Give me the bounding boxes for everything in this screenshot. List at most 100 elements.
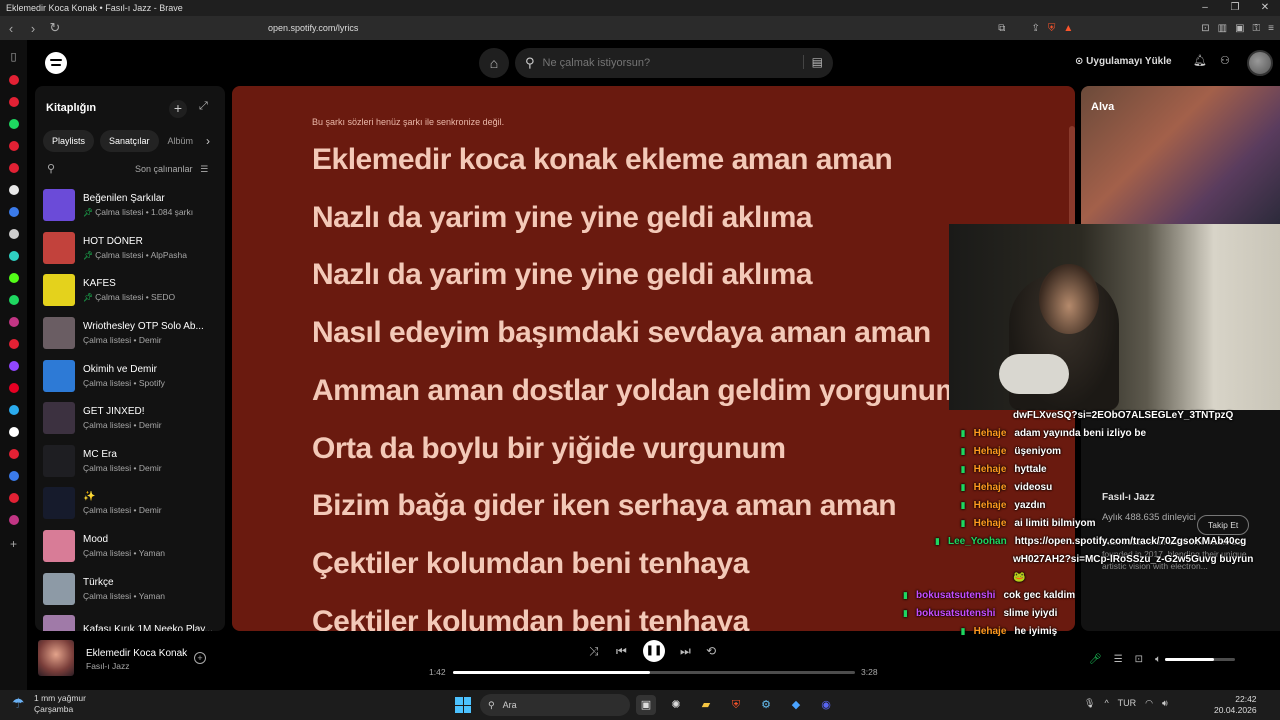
brave-rewards-icon[interactable]: ▲ [1063, 23, 1073, 34]
browse-icon[interactable]: ▤ [802, 55, 823, 69]
volume-icon[interactable]: 🔈︎ [1155, 654, 1161, 665]
library-item[interactable]: KAFES 📌︎ Çalma listesi • SEDO [43, 269, 223, 312]
app-icon[interactable] [8, 427, 19, 437]
chat-username[interactable]: Hehaje [974, 428, 1007, 439]
back-icon[interactable]: ‹ [0, 21, 22, 36]
youtube-icon[interactable] [8, 141, 19, 151]
sidebar-toggle-icon[interactable]: ▥ [1218, 23, 1227, 34]
add-to-library-icon[interactable]: + [194, 652, 206, 664]
next-icon[interactable]: ⏭︎ [680, 644, 691, 659]
discord-icon[interactable]: ◉ [816, 695, 836, 715]
chat-username[interactable]: Hehaje [974, 500, 1007, 511]
spotify-logo-icon[interactable] [45, 52, 67, 74]
now-playing-title[interactable]: Eklemedir Koca Konak [86, 648, 187, 659]
chat-username[interactable]: Hehaje [974, 518, 1007, 529]
language-indicator[interactable]: TUR [1118, 698, 1137, 709]
library-item[interactable]: GET JİNXED! Çalma listesi • Demir [43, 397, 223, 440]
forward-icon[interactable]: › [22, 21, 44, 36]
now-playing-artist[interactable]: Fasıl-ı Jazz [86, 661, 129, 671]
weather-widget[interactable]: 1 mm yağmur Çarşamba [34, 693, 86, 715]
start-button[interactable] [455, 697, 471, 713]
notifications-icon[interactable]: 🔔︎ [1193, 54, 1207, 67]
app-icon[interactable] [8, 207, 19, 217]
chips-next-icon[interactable]: › [199, 130, 217, 152]
chat-username[interactable]: bokusatsutenshi [916, 608, 995, 619]
minimize-icon[interactable]: – [1190, 0, 1220, 16]
twitch-icon[interactable] [8, 361, 19, 371]
chat-username[interactable]: bokusatsutenshi [916, 590, 995, 601]
extensions-icon[interactable]: ⊡ [1201, 23, 1209, 34]
chat-username[interactable]: Hehaje [974, 446, 1007, 457]
task-view-icon[interactable]: ▣ [636, 695, 656, 715]
friend-activity-icon[interactable]: ⚇ [1220, 54, 1230, 67]
repeat-icon[interactable]: ⟲ [706, 644, 716, 658]
kick-icon[interactable] [8, 273, 19, 283]
library-item[interactable]: ✨ Çalma listesi • Demir [43, 482, 223, 525]
url-field[interactable]: open.spotify.com/lyrics [246, 19, 986, 37]
chip-playlists[interactable]: Playlists [43, 130, 95, 152]
app-icon[interactable]: ◆ [786, 695, 806, 715]
install-app-button[interactable]: ⊙ Uygulamayı Yükle [1075, 56, 1172, 67]
chatgpt-icon[interactable]: ✺ [666, 695, 686, 715]
youtube-icon[interactable] [8, 75, 19, 85]
app-icon[interactable] [8, 515, 19, 525]
app-icon[interactable] [8, 471, 19, 481]
brave-shield-icon[interactable]: ⛨ [1048, 23, 1056, 34]
expand-library-icon[interactable]: ⤢ [199, 100, 208, 113]
progress-bar[interactable] [453, 671, 855, 674]
connect-device-icon[interactable]: ⊡ [1135, 654, 1143, 665]
shuffle-icon[interactable]: ⤨ [589, 644, 599, 659]
chip-artists[interactable]: Sanatçılar [100, 130, 159, 152]
youtube-icon[interactable] [8, 97, 19, 107]
previous-icon[interactable]: ⏮︎ [616, 644, 627, 659]
library-sort-button[interactable]: Son çalınanlar ☰ [135, 164, 208, 175]
app-icon[interactable] [8, 339, 19, 349]
user-avatar[interactable] [1247, 50, 1273, 76]
home-button[interactable]: ⌂ [479, 48, 509, 78]
add-icon[interactable]: + [10, 537, 17, 551]
app-icon[interactable] [8, 251, 19, 261]
library-item[interactable]: Türkçe Çalma listesi • Yaman [43, 567, 223, 610]
youtube-icon[interactable] [8, 163, 19, 173]
speaker-icon[interactable]: 🔊︎ [1162, 698, 1168, 709]
close-icon[interactable]: ✕ [1250, 0, 1280, 16]
brave-icon[interactable]: ⛨ [726, 695, 746, 715]
chip-albums[interactable]: Albüm [165, 130, 197, 152]
menu-icon[interactable]: ≡ [1268, 23, 1274, 34]
maximize-icon[interactable]: ❐ [1220, 0, 1250, 16]
wallet-icon[interactable]: ▣ [1235, 23, 1244, 34]
chat-username[interactable]: Lee_Yoohan [948, 536, 1007, 547]
taskbar-search[interactable]: ⚲ Ara [480, 694, 630, 716]
app-icon[interactable] [8, 119, 19, 129]
queue-icon[interactable]: ☰ [1114, 654, 1123, 665]
vpn-icon[interactable]: ⚿ [1253, 23, 1261, 34]
weather-rain-icon[interactable]: ☂ [12, 695, 25, 712]
telegram-icon[interactable] [8, 405, 19, 415]
now-playing-cover[interactable] [38, 640, 74, 676]
sidebar-panel-icon[interactable]: ▯ [10, 50, 16, 63]
search-bar[interactable]: ⚲ ▤ [515, 48, 833, 78]
library-item[interactable]: Wriothesley OTP Solo Ab... Çalma listesi … [43, 312, 223, 355]
chat-username[interactable]: Hehaje [974, 464, 1007, 475]
create-playlist-button[interactable]: + [169, 100, 187, 118]
app-icon[interactable] [8, 493, 19, 503]
library-item[interactable]: HOT DÖNER 📌︎ Çalma listesi • AlpPasha [43, 227, 223, 270]
pause-button[interactable]: ❚❚ [643, 640, 665, 662]
system-clock[interactable]: 22:42 20.04.2026 [1214, 694, 1257, 716]
library-item[interactable]: Mood Çalma listesi • Yaman [43, 525, 223, 568]
app-icon[interactable] [8, 449, 19, 459]
library-item[interactable]: MC Era Çalma listesi • Demir [43, 440, 223, 483]
spotify-icon[interactable] [8, 295, 19, 305]
file-explorer-icon[interactable]: ▰ [696, 695, 716, 715]
app-icon[interactable] [8, 229, 19, 239]
chat-username[interactable]: Hehaje [974, 482, 1007, 493]
reload-icon[interactable]: ↻ [44, 20, 66, 36]
library-item[interactable]: Beğenilen Şarkılar 📌︎ Çalma listesi • 1.08… [43, 184, 223, 227]
open-in-app-icon[interactable]: ⧉ [998, 23, 1005, 34]
search-input[interactable] [542, 57, 773, 69]
library-item[interactable]: Okimih ve Demir Çalma listesi • Spotify [43, 354, 223, 397]
pinterest-icon[interactable] [8, 383, 19, 393]
lyrics-icon[interactable]: 🎤︎ [1089, 654, 1102, 665]
mic-icon[interactable]: 🎙︎ [1084, 698, 1095, 709]
volume-slider[interactable] [1165, 658, 1235, 661]
